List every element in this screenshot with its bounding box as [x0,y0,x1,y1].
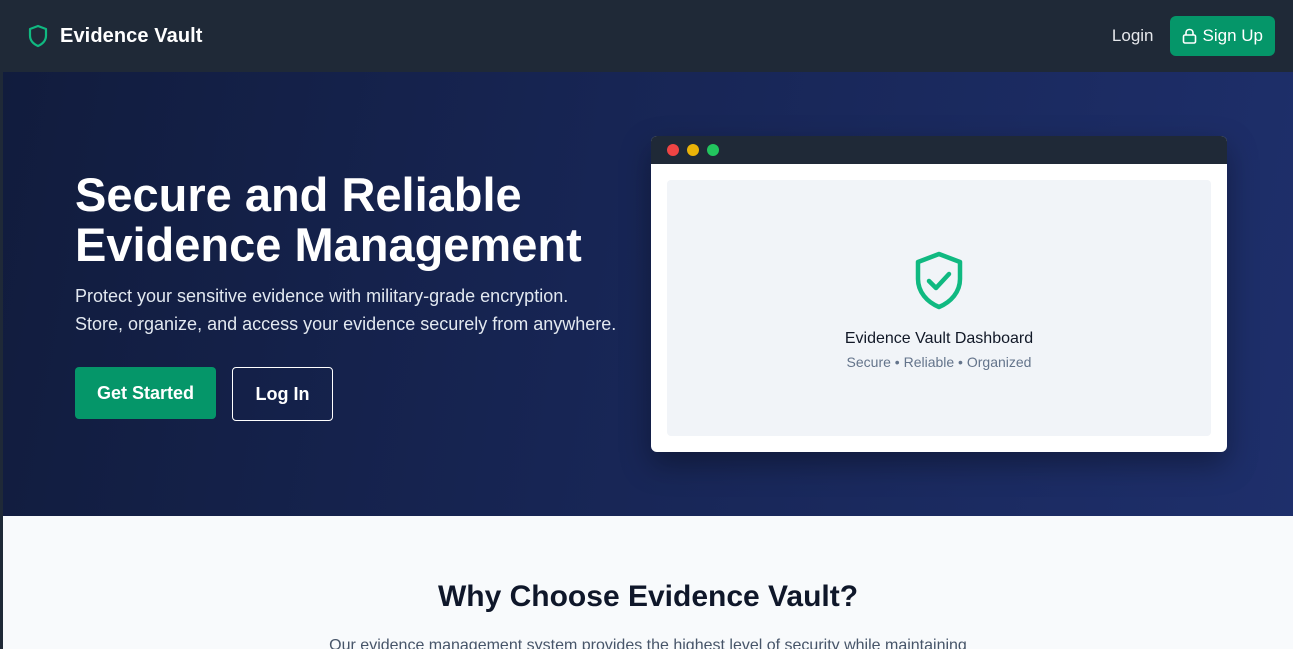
brand-name: Evidence Vault [60,24,203,47]
brand[interactable]: Evidence Vault [27,24,203,48]
features-title: Why Choose Evidence Vault? [437,580,859,613]
hero-section: Secure and Reliable Evidence Management … [3,72,1293,516]
hero-subtitle-line-1: Protect your sensitive evidence with mil… [75,286,569,306]
lock-icon [1182,28,1197,44]
features-subtitle: Our evidence management system provides … [329,637,967,649]
page: Evidence Vault Login Sign Up Secure and … [3,0,1293,649]
hero-subtitle-line-2: Store, organize, and access your evidenc… [75,314,617,334]
hero-subtitle: Protect your sensitive evidence with mil… [75,282,635,338]
log-in-button[interactable]: Log In [232,367,333,421]
dashboard-preview-window: Evidence Vault Dashboard Secure • Reliab… [651,136,1227,452]
signup-button[interactable]: Sign Up [1169,16,1275,56]
shield-icon [27,24,49,48]
shield-check-icon [912,246,966,312]
hero-title-line-2: Evidence Management [75,218,582,271]
window-titlebar [651,136,1227,164]
hero-title: Secure and Reliable Evidence Management [75,170,635,270]
window-close-dot [667,144,679,156]
login-link[interactable]: Login [1112,26,1154,46]
dashboard-preview-content: Evidence Vault Dashboard Secure • Reliab… [667,180,1211,436]
window-maximize-dot [707,144,719,156]
header-nav: Login Sign Up [1112,16,1275,56]
signup-label: Sign Up [1202,26,1263,45]
hero-title-line-1: Secure and Reliable [75,168,522,221]
dashboard-preview-title: Evidence Vault Dashboard [844,330,1034,347]
dashboard-preview-subtitle: Secure • Reliable • Organized [846,354,1032,370]
get-started-button[interactable]: Get Started [75,367,216,419]
top-navbar: Evidence Vault Login Sign Up [3,0,1293,72]
window-minimize-dot [687,144,699,156]
